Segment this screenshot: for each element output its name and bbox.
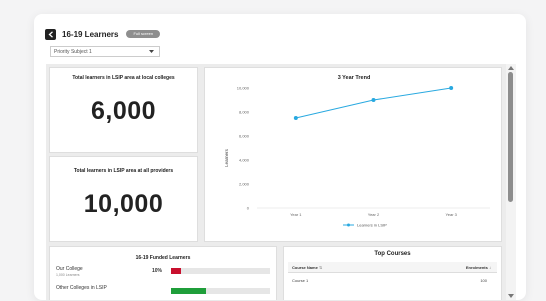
page-title: 16-19 Learners: [62, 29, 119, 39]
full-screen-button[interactable]: Full screen: [126, 30, 161, 38]
legend-marker: [347, 223, 350, 227]
chart-title: 3 Year Trend: [338, 75, 371, 81]
funded-row-our-college: Our College 1,000 Learners: [56, 266, 83, 277]
chevron-down-icon: [149, 50, 154, 53]
x-tick-label: Year 1: [290, 212, 302, 217]
scroll-up-icon[interactable]: [508, 66, 514, 70]
kpi-value: 6,000: [90, 97, 157, 125]
select-value: Priority Subject 1: [54, 48, 92, 55]
scrollbar[interactable]: [506, 64, 516, 300]
chevron-left-icon: [48, 30, 53, 38]
scroll-down-icon[interactable]: [508, 294, 514, 298]
kpi-card-all-providers: Total learners in LSIP area at all provi…: [49, 156, 198, 242]
series-line: [295, 87, 452, 119]
dashboard-window: 16-19 Learners Full screen Priority Subj…: [34, 14, 526, 300]
course-name: Course 1: [292, 278, 309, 283]
funded-row-other-colleges: Other Colleges in LSIP: [56, 285, 107, 291]
funded-row-pct: 10%: [152, 268, 163, 274]
y-tick-label: 4,000: [239, 158, 250, 163]
priority-subject-select[interactable]: Priority Subject 1: [50, 46, 160, 57]
course-enrolments: 100: [480, 278, 487, 283]
page-header: 16-19 Learners Full screen: [45, 28, 161, 40]
kpi-label: Total learners in LSIP area at local col…: [72, 75, 175, 81]
data-point[interactable]: [449, 86, 454, 90]
col-enrolments[interactable]: Enrolments ↓: [466, 265, 491, 270]
scroll-thumb[interactable]: [508, 72, 513, 202]
funded-row-sub: 1,000 Learners: [56, 273, 80, 277]
y-tick-label: 0: [247, 206, 250, 211]
y-tick-label: 8,000: [239, 110, 250, 115]
kpi-value: 10,000: [83, 190, 164, 218]
dashboard-content: Total learners in LSIP area at local col…: [46, 64, 516, 300]
kpi-label: Total learners in LSIP area at all provi…: [73, 168, 174, 174]
x-tick-label: Year 3: [445, 212, 457, 217]
top-courses-title: Top Courses: [374, 251, 411, 257]
funded-title: 16-19 Funded Learners: [135, 255, 191, 261]
trend-chart: 3 Year Trend Learners 0 2,000 4,000 6,000 8,…: [224, 75, 490, 228]
back-button[interactable]: [45, 28, 56, 40]
funded-bar-track: [171, 268, 270, 274]
funded-bar-fill: [171, 268, 181, 274]
y-tick-label: 2,000: [239, 182, 250, 187]
table-row[interactable]: Course 1 100: [288, 278, 497, 286]
y-tick-label: 6,000: [239, 134, 250, 139]
funded-learners-card: 16-19 Funded Learners Our College 1,000 …: [49, 246, 277, 300]
top-courses-card: Top Courses Course Name ⇅ Enrolments ↓ C…: [283, 246, 502, 300]
funded-bar-track: [171, 288, 270, 294]
y-tick-label: 10,000: [237, 86, 250, 91]
x-tick-label: Year 2: [368, 212, 380, 217]
data-point[interactable]: [293, 116, 298, 120]
table-header-row: Course Name ⇅ Enrolments ↓: [288, 262, 497, 273]
col-course-name[interactable]: Course Name ⇅: [292, 265, 322, 270]
kpi-card-local-colleges: Total learners in LSIP area at local col…: [49, 67, 198, 153]
funded-bar-fill: [171, 288, 206, 294]
legend-label: Learners in LSIP: [357, 223, 387, 228]
funded-row-label: Other Colleges in LSIP: [56, 285, 107, 291]
y-axis-label: Learners: [224, 148, 229, 167]
trend-chart-card: 3 Year Trend Learners 0 2,000 4,000 6,000 8,…: [204, 67, 502, 242]
funded-row-label: Our College: [56, 266, 83, 272]
data-point[interactable]: [371, 98, 376, 102]
